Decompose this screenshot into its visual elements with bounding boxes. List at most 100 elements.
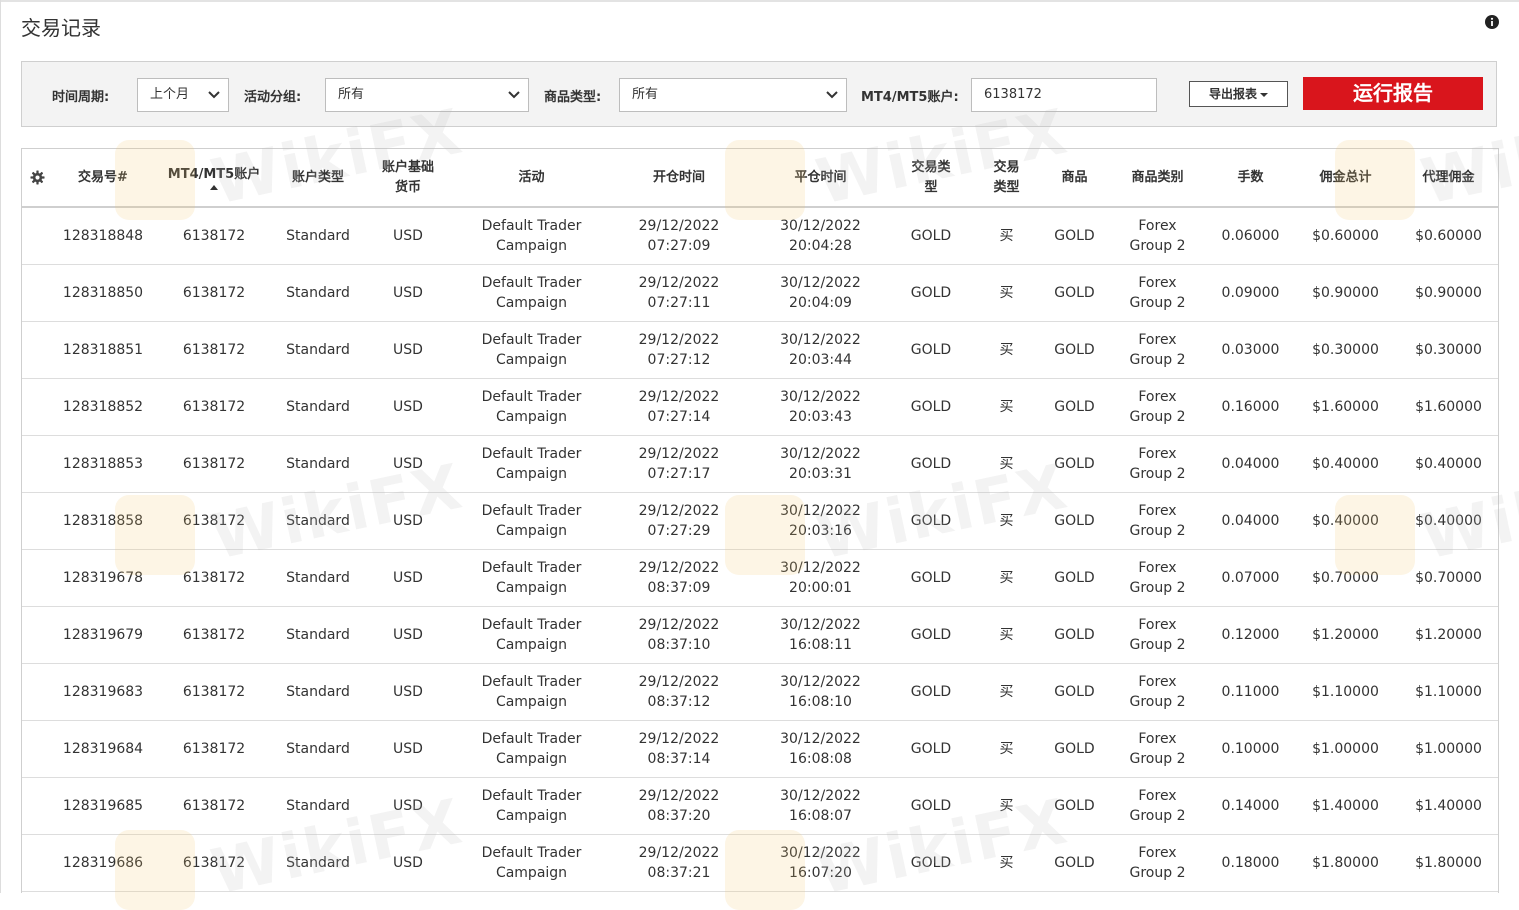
header-close-time[interactable]: 平仓时间 — [749, 149, 892, 208]
info-icon[interactable] — [1485, 15, 1499, 29]
header-currency-line1: 账户基础 — [381, 159, 434, 175]
table-row[interactable]: 128319678 6138172 Standard USD Default Trade… — [22, 549, 1498, 607]
table-row[interactable]: 128319679 6138172 Standard USD Default Trade… — [22, 606, 1498, 664]
table-row[interactable]: 128319686 6138172 Standard USD Default Trade… — [22, 834, 1498, 892]
cell-close-time: 30/12/2022 16:08:11 — [749, 606, 892, 664]
cell-campaign-line1: Default Trader — [481, 446, 582, 462]
header-currency[interactable]: 账户基础 货币 — [362, 149, 454, 208]
cell-product: GOLD — [1043, 492, 1106, 550]
header-trade-no[interactable]: 交易号# — [52, 149, 154, 208]
cell-campaign-line2: Campaign — [495, 523, 568, 539]
cell-commission-total: $0.60000 — [1292, 207, 1399, 265]
cell-open-time: 29/12/2022 08:37:14 — [609, 720, 749, 778]
cell-trade-category: GOLD — [892, 207, 970, 265]
header-trade-category-line2: 型 — [924, 179, 938, 195]
cell-trade-type: 买 — [970, 435, 1043, 493]
gear-icon[interactable] — [29, 170, 45, 185]
cell-trade-category: GOLD — [892, 777, 970, 835]
table-row[interactable]: 128318850 6138172 Standard USD Default Trade… — [22, 264, 1498, 322]
cell-close-time-line2: 20:04:28 — [789, 238, 852, 254]
table-row[interactable]: 128318853 6138172 Standard USD Default Trade… — [22, 435, 1498, 493]
table-row[interactable]: 128318851 6138172 Standard USD Default Trade… — [22, 321, 1498, 379]
cell-product: GOLD — [1043, 720, 1106, 778]
cell-product-group: Forex Group 2 — [1106, 207, 1209, 265]
cell-trade-no: 128318850 — [52, 264, 154, 322]
header-account[interactable]: MT4/MT5账户 — [154, 149, 274, 208]
cell-close-time-line1: 30/12/2022 — [780, 218, 861, 234]
cell-trade-type: 买 — [970, 549, 1043, 607]
cell-product-group: Forex Group 2 — [1106, 834, 1209, 892]
cell-product: GOLD — [1043, 549, 1106, 607]
cell-account-type: Standard — [274, 777, 362, 835]
cell-currency: USD — [362, 606, 454, 664]
cell-campaign-line2: Campaign — [495, 865, 568, 881]
cell-spacer — [22, 435, 52, 493]
cell-lots: 0.07000 — [1209, 549, 1292, 607]
export-report-button[interactable]: 导出报表 — [1189, 81, 1288, 107]
cell-product-group: Forex Group 2 — [1106, 720, 1209, 778]
cell-product: GOLD — [1043, 378, 1106, 436]
cell-account: 6138172 — [154, 663, 274, 721]
header-open-time[interactable]: 开仓时间 — [609, 149, 749, 208]
cell-trade-category: GOLD — [892, 606, 970, 664]
table-row[interactable]: 128318858 6138172 Standard USD Default Trade… — [22, 492, 1498, 550]
cell-product-group-line1: Forex — [1138, 731, 1177, 747]
table-row[interactable]: 128319684 6138172 Standard USD Default Trade… — [22, 720, 1498, 778]
cell-account: 6138172 — [154, 207, 274, 265]
header-commission-total[interactable]: 佣金总计 — [1292, 149, 1399, 208]
header-product-group[interactable]: 商品类别 — [1106, 149, 1209, 208]
period-select[interactable]: 上个月 — [137, 78, 229, 112]
header-account-type[interactable]: 账户类型 — [274, 149, 362, 208]
cell-commission-total: $1.40000 — [1292, 777, 1399, 835]
account-input[interactable]: 6138172 — [971, 78, 1157, 112]
cell-currency: USD — [362, 207, 454, 265]
cell-close-time-line1: 30/12/2022 — [780, 788, 861, 804]
cell-account: 6138172 — [154, 720, 274, 778]
cell-trade-category: GOLD — [892, 264, 970, 322]
group-select[interactable]: 所有 — [325, 78, 529, 112]
cell-open-time: 29/12/2022 07:27:12 — [609, 321, 749, 379]
cell-close-time-line1: 30/12/2022 — [780, 674, 861, 690]
header-product[interactable]: 商品 — [1043, 149, 1106, 208]
cell-product-group-line2: Group 2 — [1129, 694, 1186, 710]
cell-trade-type: 买 — [970, 207, 1043, 265]
header-lots[interactable]: 手数 — [1209, 149, 1292, 208]
header-agent-commission[interactable]: 代理佣金 — [1399, 149, 1498, 208]
cell-currency: USD — [362, 720, 454, 778]
cell-product-group-line1: Forex — [1138, 617, 1177, 633]
cell-open-time-line2: 07:27:09 — [647, 238, 711, 254]
cell-campaign-line2: Campaign — [495, 637, 568, 653]
cell-close-time-line1: 30/12/2022 — [780, 503, 861, 519]
header-trade-category[interactable]: 交易类 型 — [892, 149, 970, 208]
table-row[interactable]: 128319683 6138172 Standard USD Default Trade… — [22, 663, 1498, 721]
table-row[interactable]: 128319685 6138172 Standard USD Default Trade… — [22, 777, 1498, 835]
column-settings[interactable] — [22, 149, 52, 208]
header-campaign[interactable]: 活动 — [454, 149, 609, 208]
header-trade-type[interactable]: 交易 类型 — [970, 149, 1043, 208]
cell-currency: USD — [362, 435, 454, 493]
table-row[interactable]: 128318852 6138172 Standard USD Default Trade… — [22, 378, 1498, 436]
table-row[interactable]: 128318848 6138172 Standard USD Default Trade… — [22, 207, 1498, 265]
cell-spacer — [22, 777, 52, 835]
cell-lots: 0.06000 — [1209, 207, 1292, 265]
cell-campaign: Default Trader Campaign — [454, 834, 609, 892]
cell-campaign: Default Trader Campaign — [454, 264, 609, 322]
cell-open-time-line2: 07:27:12 — [647, 352, 711, 368]
run-report-button[interactable]: 运行报告 — [1303, 77, 1483, 110]
cell-campaign: Default Trader Campaign — [454, 663, 609, 721]
cell-close-time: 30/12/2022 20:03:43 — [749, 378, 892, 436]
cell-close-time: 30/12/2022 16:08:07 — [749, 777, 892, 835]
cell-open-time-line1: 29/12/2022 — [638, 389, 720, 405]
cell-trade-category: GOLD — [892, 492, 970, 550]
cell-close-time: 30/12/2022 20:03:31 — [749, 435, 892, 493]
cell-commission-total: $0.40000 — [1292, 435, 1399, 493]
cell-open-time: 29/12/2022 08:37:09 — [609, 549, 749, 607]
cell-account: 6138172 — [154, 492, 274, 550]
cell-product-group-line2: Group 2 — [1129, 409, 1186, 425]
cell-trade-type: 买 — [970, 264, 1043, 322]
cell-trade-category: GOLD — [892, 378, 970, 436]
product-type-select[interactable]: 所有 — [619, 78, 847, 112]
cell-account-type: Standard — [274, 321, 362, 379]
cell-open-time: 29/12/2022 07:27:11 — [609, 264, 749, 322]
cell-product: GOLD — [1043, 606, 1106, 664]
